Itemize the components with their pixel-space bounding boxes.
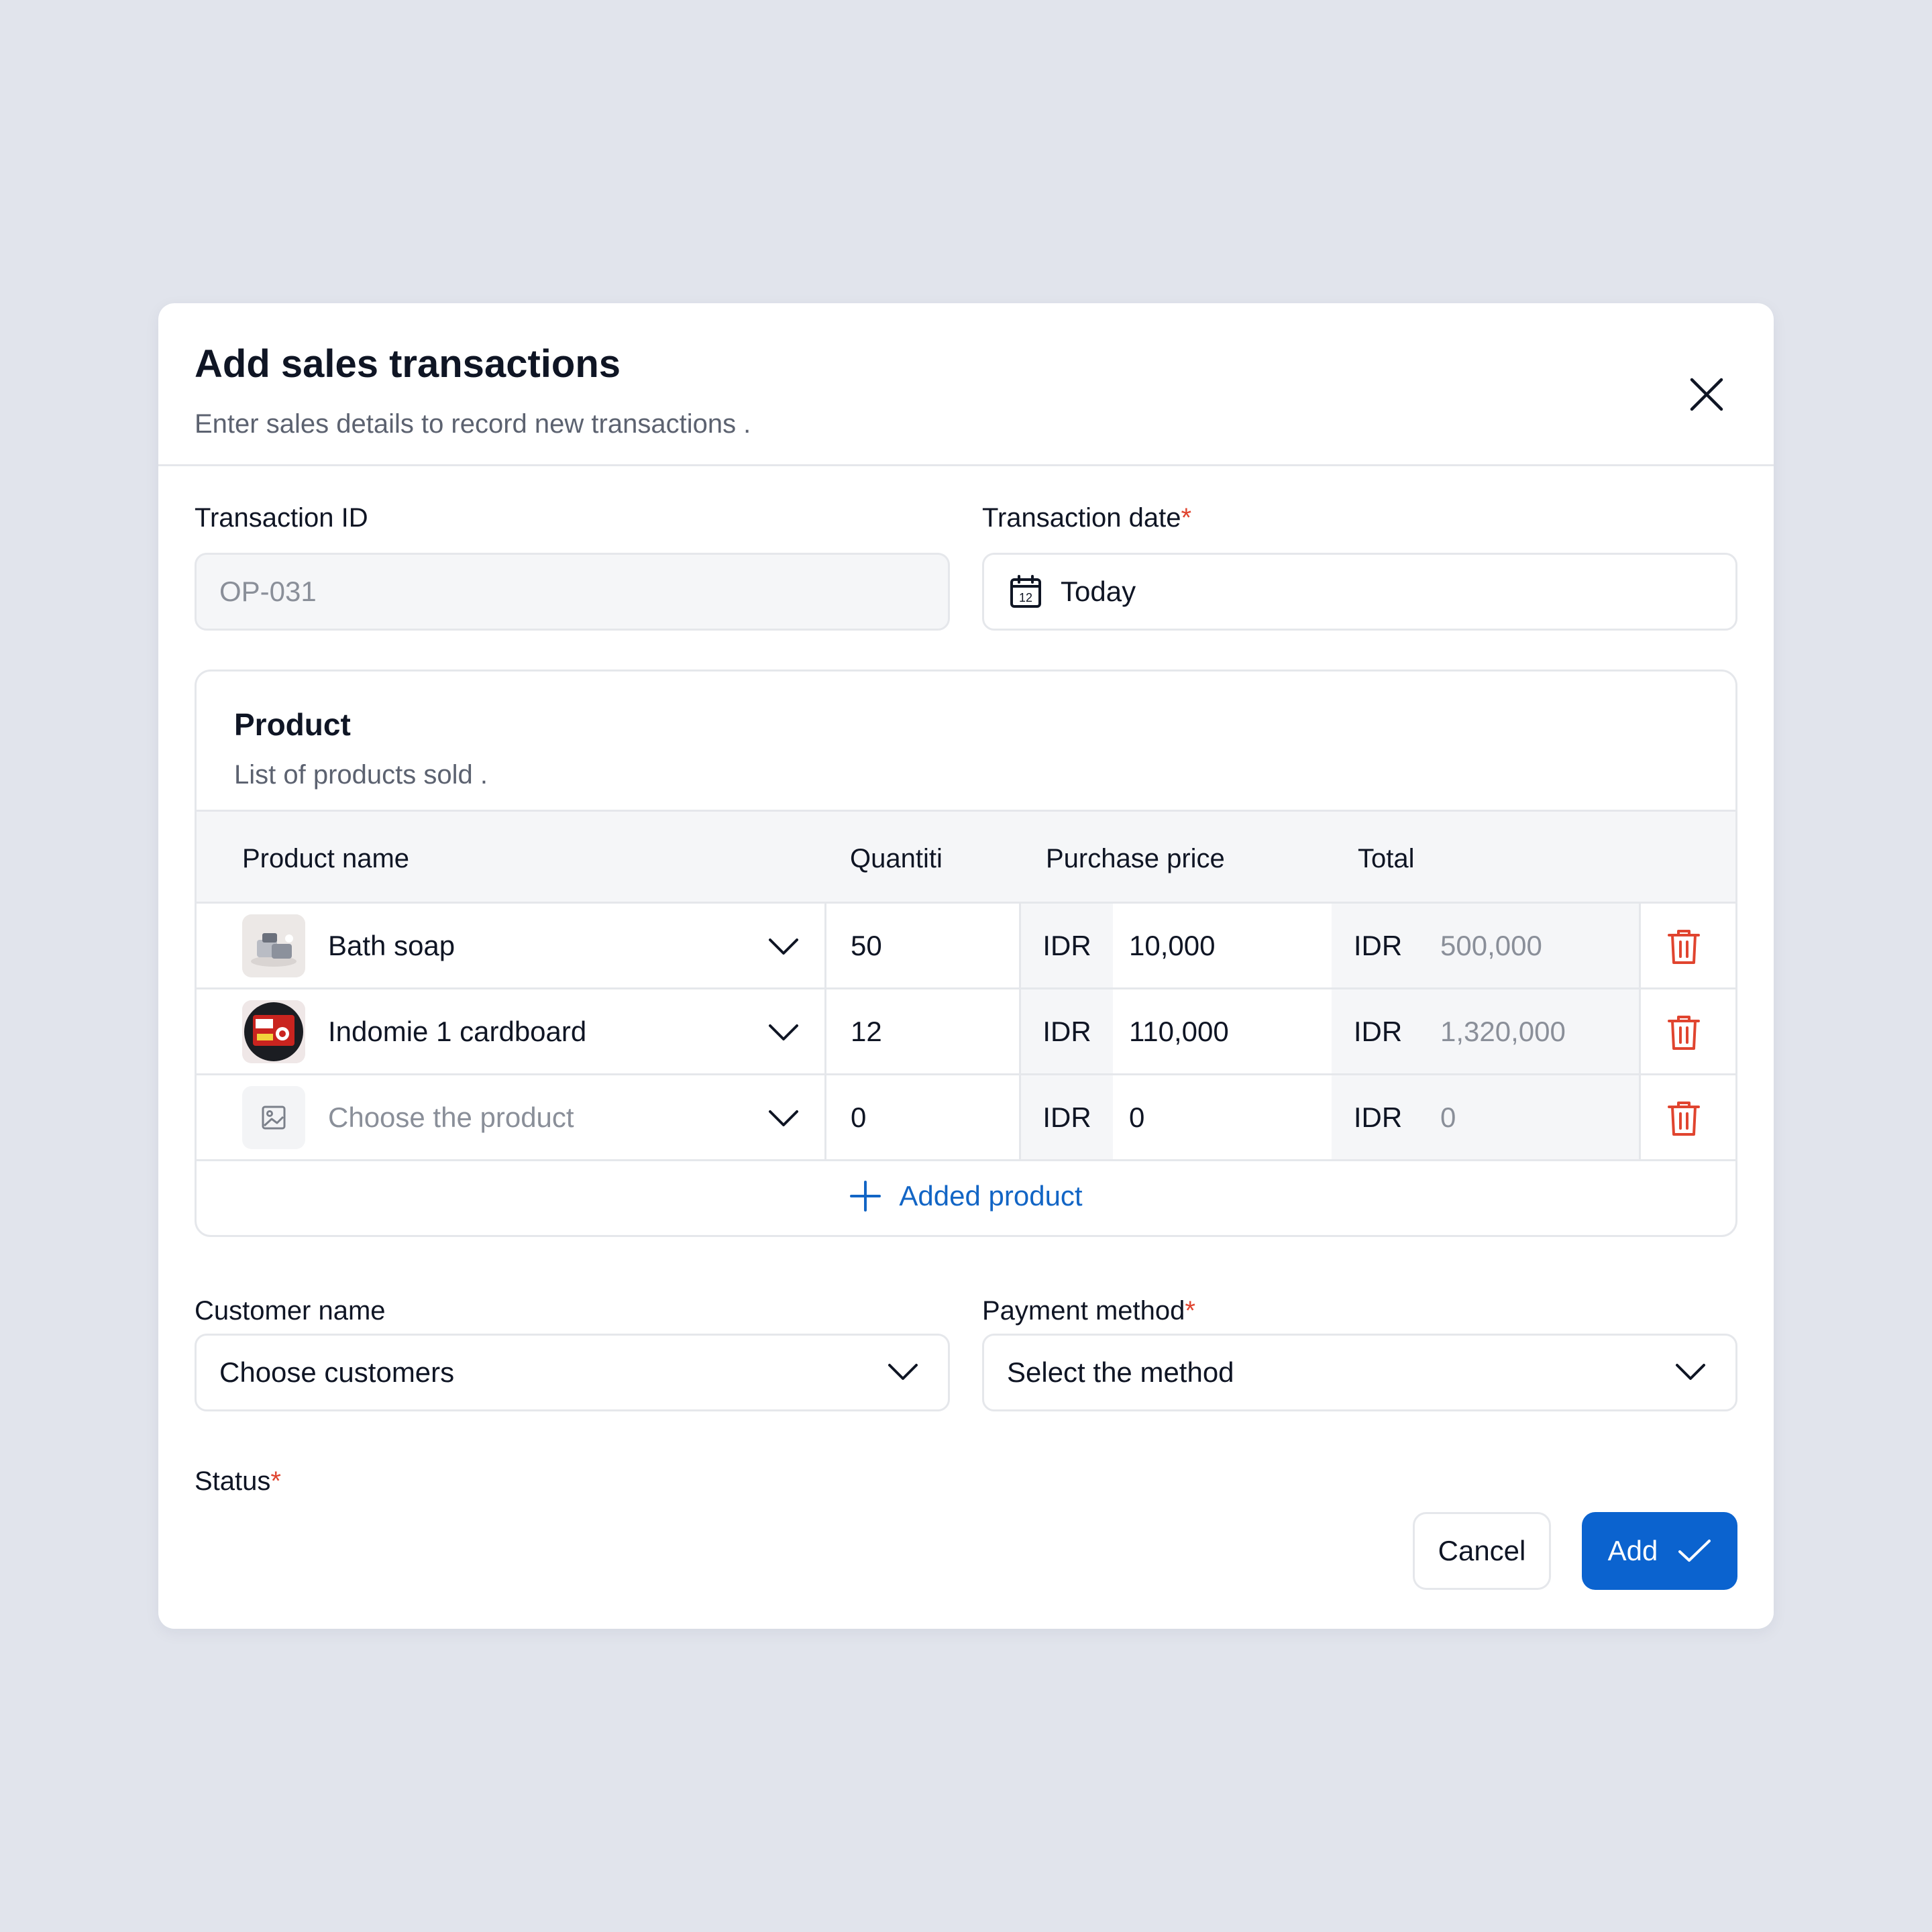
- price-value: 0: [1129, 1101, 1145, 1133]
- transaction-date-value: Today: [1061, 576, 1136, 607]
- trash-icon[interactable]: [1667, 928, 1701, 965]
- total-field: 500,000: [1424, 904, 1639, 987]
- trash-icon[interactable]: [1667, 1014, 1701, 1051]
- price-input[interactable]: 10,000: [1113, 904, 1332, 987]
- modal-subtitle: Enter sales details to record new transa…: [195, 409, 751, 439]
- cancel-button[interactable]: Cancel: [1413, 1512, 1551, 1590]
- plus-icon: [850, 1181, 881, 1212]
- svg-text:12: 12: [1019, 591, 1032, 604]
- quantity-value: 50: [851, 929, 882, 961]
- image-placeholder-icon: [262, 1106, 286, 1130]
- total-value: 0: [1440, 1101, 1456, 1133]
- payment-method-select[interactable]: Select the method: [982, 1334, 1737, 1411]
- product-name: Indomie 1 cardboard: [328, 1015, 587, 1047]
- required-mark: *: [1185, 1296, 1195, 1326]
- product-name: Bath soap: [328, 929, 455, 961]
- add-product-button[interactable]: Added product: [197, 1157, 1735, 1235]
- product-placeholder: Choose the product: [328, 1101, 574, 1133]
- payment-method-label-text: Payment method: [982, 1296, 1185, 1326]
- payment-method-label: Payment method*: [982, 1297, 1195, 1324]
- bath-soap-image: [242, 914, 305, 977]
- chevron-down-icon: [1676, 1364, 1705, 1380]
- quantity-input[interactable]: 50: [826, 904, 1019, 987]
- currency-prefix: IDR: [1332, 1075, 1424, 1159]
- product-thumbnail-indomie: [242, 1000, 305, 1063]
- trash-icon[interactable]: [1667, 1099, 1701, 1137]
- add-sales-modal: Add sales transactions Enter sales detai…: [158, 303, 1774, 1629]
- transaction-date-label: Transaction date*: [982, 504, 1191, 531]
- transaction-id-label: Transaction ID: [195, 503, 368, 533]
- modal-title: Add sales transactions: [195, 342, 621, 386]
- indomie-image: [242, 1000, 305, 1063]
- col-total: Total: [1358, 844, 1415, 873]
- close-icon: [1690, 378, 1723, 411]
- quantity-input[interactable]: 12: [826, 989, 1019, 1073]
- product-card: Product List of products sold . Product …: [195, 669, 1737, 1237]
- status-label-text: Status: [195, 1466, 271, 1496]
- cancel-button-label: Cancel: [1438, 1535, 1526, 1566]
- chevron-down-icon: [769, 1024, 798, 1040]
- transaction-id-value: OP-031: [219, 576, 317, 607]
- required-mark: *: [1181, 503, 1192, 533]
- table-row: Choose the product 0 IDR 0 IDR 0: [197, 1075, 1735, 1161]
- product-thumbnail-placeholder: [242, 1086, 305, 1149]
- status-label: Status*: [195, 1468, 281, 1495]
- total-field: 0: [1424, 1075, 1639, 1159]
- customer-select[interactable]: Choose customers: [195, 1334, 950, 1411]
- total-field: 1,320,000: [1424, 989, 1639, 1073]
- quantity-value: 12: [851, 1015, 882, 1047]
- transaction-id-field: OP-031: [195, 553, 950, 631]
- add-product-label: Added product: [899, 1180, 1083, 1212]
- total-value: 500,000: [1440, 929, 1542, 961]
- currency-prefix: IDR: [1021, 989, 1113, 1073]
- quantity-value: 0: [851, 1101, 867, 1133]
- price-value: 10,000: [1129, 929, 1216, 961]
- payment-method-value: Select the method: [1007, 1356, 1234, 1388]
- col-purchase-price: Purchase price: [1046, 844, 1225, 873]
- table-row: Indomie 1 cardboard 12 IDR 110,000 IDR 1…: [197, 989, 1735, 1075]
- modal-header: Add sales transactions Enter sales detai…: [158, 303, 1774, 466]
- product-section-title: Product: [234, 707, 351, 742]
- col-quantity: Quantiti: [850, 844, 943, 873]
- price-input[interactable]: 0: [1113, 1075, 1332, 1159]
- calendar-icon: 12: [1010, 575, 1041, 608]
- product-select[interactable]: Choose the product: [328, 1075, 824, 1159]
- currency-prefix: IDR: [1021, 904, 1113, 987]
- price-input[interactable]: 110,000: [1113, 989, 1332, 1073]
- chevron-down-icon: [769, 1110, 798, 1126]
- product-table-header: Product name Quantiti Purchase price Tot…: [197, 810, 1735, 904]
- transaction-date-picker[interactable]: 12 Today: [982, 553, 1737, 631]
- close-button[interactable]: [1686, 374, 1727, 415]
- customer-select-value: Choose customers: [219, 1356, 455, 1388]
- add-button-label: Add: [1607, 1535, 1658, 1566]
- transaction-date-label-text: Transaction date: [982, 503, 1181, 533]
- check-icon: [1678, 1540, 1711, 1562]
- product-select[interactable]: Indomie 1 cardboard: [328, 989, 824, 1073]
- chevron-down-icon: [769, 938, 798, 955]
- chevron-down-icon: [888, 1364, 918, 1380]
- required-mark: *: [270, 1466, 281, 1496]
- currency-prefix: IDR: [1332, 989, 1424, 1073]
- product-thumbnail-bath-soap: [242, 914, 305, 977]
- add-button[interactable]: Add: [1582, 1512, 1737, 1590]
- table-row: Bath soap 50 IDR 10,000 IDR 500,000: [197, 904, 1735, 989]
- customer-name-label: Customer name: [195, 1296, 386, 1326]
- product-select[interactable]: Bath soap: [328, 904, 824, 987]
- currency-prefix: IDR: [1332, 904, 1424, 987]
- quantity-input[interactable]: 0: [826, 1075, 1019, 1159]
- price-value: 110,000: [1129, 1015, 1229, 1047]
- col-product-name: Product name: [242, 844, 410, 873]
- product-section-subtitle: List of products sold .: [234, 760, 488, 790]
- total-value: 1,320,000: [1440, 1015, 1566, 1047]
- currency-prefix: IDR: [1021, 1075, 1113, 1159]
